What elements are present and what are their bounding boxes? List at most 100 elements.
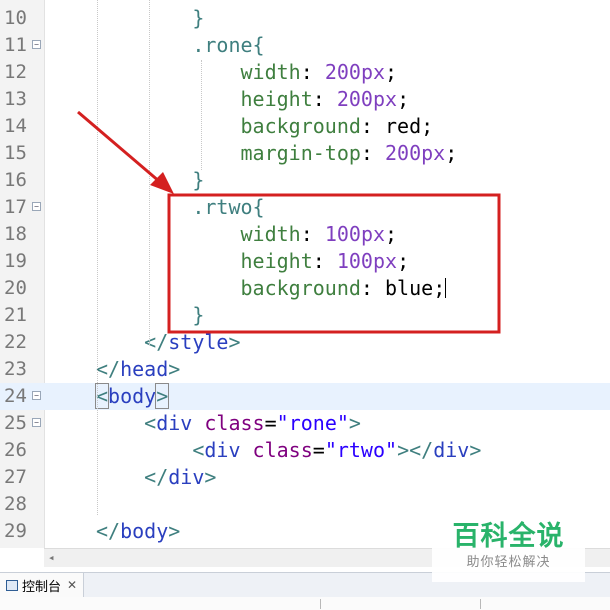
code-line[interactable]: 23 </head> (0, 356, 610, 383)
code-text: height: 200px; (96, 87, 410, 111)
indent-guide (97, 0, 99, 515)
watermark-subtitle: 助你轻松解决 (466, 555, 551, 570)
code-line[interactable]: 21 } (0, 302, 610, 329)
watermark-logo: 百科全说 助你轻松解决 (432, 514, 585, 582)
tab-console-label: 控制台 (22, 579, 62, 595)
code-token: ; (385, 60, 398, 84)
code-token: : (360, 276, 386, 300)
line-number: 26 (4, 439, 27, 461)
code-line[interactable]: 22 </style> (0, 329, 610, 356)
code-text: </body> (96, 521, 180, 542)
code-line[interactable]: 13 height: 200px; (0, 86, 610, 113)
indent-guide (201, 60, 203, 170)
code-token: px (372, 87, 398, 111)
code-token: } (192, 6, 205, 30)
code-token: "rtwo" (324, 438, 398, 462)
code-line[interactable]: 19 height: 100px; (0, 248, 610, 275)
fold-toggle-icon[interactable]: − (32, 40, 41, 49)
code-token: width (240, 222, 301, 246)
code-line[interactable]: 24− <body> (0, 383, 610, 410)
code-token: div (433, 438, 470, 462)
line-number: 21 (4, 304, 27, 326)
code-token: 100 (336, 249, 373, 273)
code-token: background (240, 114, 361, 138)
code-token: class (204, 411, 265, 435)
code-token: </ (96, 519, 121, 543)
code-token: px (360, 222, 386, 246)
fold-toggle-icon[interactable]: − (32, 391, 41, 400)
code-token: margin-top (240, 141, 361, 165)
code-token: ; (445, 141, 458, 165)
code-token: height (240, 249, 313, 273)
code-token: 200 (336, 87, 373, 111)
code-text: .rone{ (96, 33, 265, 57)
code-token: { (252, 33, 265, 57)
code-line[interactable]: 20 background: blue; (0, 275, 610, 302)
code-token: > (204, 465, 217, 489)
code-token: ; (397, 249, 410, 273)
code-line[interactable]: 16 } (0, 167, 610, 194)
tab-console[interactable]: 控制台 ✕ (0, 573, 85, 597)
fold-toggle-icon[interactable]: − (32, 418, 41, 427)
line-number: 24 (4, 385, 27, 407)
code-token: "rone" (276, 411, 349, 435)
code-token: px (360, 60, 386, 84)
code-token: .rtwo (192, 195, 253, 219)
code-line[interactable]: 12 width: 200px; (0, 59, 610, 86)
line-number: 11 (4, 34, 27, 56)
close-icon[interactable]: ✕ (67, 578, 77, 592)
code-line[interactable]: 18 width: 100px; (0, 221, 610, 248)
code-line[interactable]: 10 } (0, 5, 610, 32)
code-editor[interactable]: 10 } 11− .rone{12 width: 200px; 13 height:… (0, 0, 610, 548)
status-divider (320, 599, 321, 609)
code-token: ; (385, 222, 398, 246)
code-token: : (360, 141, 386, 165)
code-line[interactable]: 14 background: red; (0, 113, 610, 140)
fold-toggle-icon[interactable]: − (32, 202, 41, 211)
line-number: 27 (4, 466, 27, 488)
code-token: 100 (324, 222, 361, 246)
code-text: </style> (96, 330, 241, 354)
scroll-left-icon[interactable]: ◂ (48, 551, 55, 564)
code-line[interactable]: 25− <div class="rone"> (0, 410, 610, 437)
code-token: > (228, 330, 241, 354)
line-number: 13 (4, 88, 27, 110)
code-line[interactable]: 17− .rtwo{ (0, 194, 610, 221)
code-token: height (240, 87, 313, 111)
code-token: > (155, 383, 170, 409)
code-line[interactable]: 26 <div class="rtwo"></div> (0, 437, 610, 464)
code-text: .rtwo{ (96, 195, 264, 219)
code-text: width: 200px; (96, 60, 398, 84)
code-token: head (120, 357, 169, 381)
code-token: ; (433, 276, 446, 300)
code-line[interactable]: 11− .rone{ (0, 32, 610, 59)
code-token: width (240, 60, 301, 84)
line-number: 23 (4, 358, 27, 380)
code-token: body (108, 384, 157, 408)
code-token: > (168, 519, 181, 543)
code-line[interactable]: 15 margin-top: 200px; (0, 140, 610, 167)
code-token: : (300, 60, 325, 84)
code-text: background: red; (96, 114, 434, 138)
code-token: red (385, 114, 422, 138)
code-token: : (312, 87, 337, 111)
code-token: div (168, 465, 205, 489)
code-token: > (469, 438, 482, 462)
console-icon (6, 579, 18, 591)
code-token: </ (96, 357, 121, 381)
status-strip (0, 597, 610, 610)
line-number: 14 (4, 115, 27, 137)
code-token: > (348, 411, 361, 435)
status-divider (480, 599, 481, 609)
code-line[interactable]: 27 </div> (0, 464, 610, 491)
code-token: < (192, 438, 205, 462)
code-text: <body> (94, 383, 170, 409)
